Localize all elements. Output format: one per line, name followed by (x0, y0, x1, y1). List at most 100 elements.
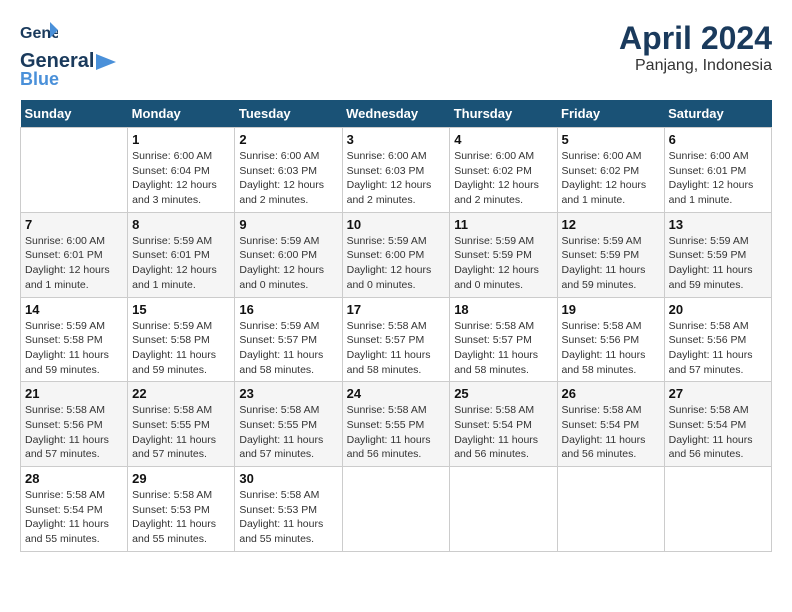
day-info: Sunrise: 5:59 AMSunset: 5:59 PMDaylight:… (562, 234, 660, 293)
table-row: 27Sunrise: 5:58 AMSunset: 5:54 PMDayligh… (664, 382, 771, 467)
logo: General General Blue (20, 20, 118, 90)
day-info: Sunrise: 6:00 AMSunset: 6:03 PMDaylight:… (239, 149, 337, 208)
col-wednesday: Wednesday (342, 100, 450, 128)
location-subtitle: Panjang, Indonesia (619, 57, 772, 75)
col-friday: Friday (557, 100, 664, 128)
table-row: 10 Sunrise: 5:59 AMSunset: 6:00 PMDayligh… (342, 212, 450, 297)
day-info: Sunrise: 5:58 AMSunset: 5:54 PMDaylight:… (25, 488, 123, 547)
day-info: Sunrise: 5:59 AMSunset: 5:59 PMDaylight:… (454, 234, 552, 293)
table-row: 15 Sunrise: 5:59 AMSunset: 5:58 PMDayligh… (128, 297, 235, 382)
table-row: 14Sunrise: 5:59 AMSunset: 5:58 PMDayligh… (21, 297, 128, 382)
calendar-table: Sunday Monday Tuesday Wednesday Thursday… (20, 100, 772, 552)
table-row: 3Sunrise: 6:00 AMSunset: 6:03 PMDaylight… (342, 128, 450, 213)
day-info: Sunrise: 5:59 AMSunset: 5:59 PMDaylight:… (669, 234, 767, 293)
day-info: Sunrise: 5:58 AMSunset: 5:55 PMDaylight:… (239, 403, 337, 462)
col-tuesday: Tuesday (235, 100, 342, 128)
logo-triangle-icon (96, 54, 116, 70)
day-number: 30 (239, 471, 337, 486)
day-info: Sunrise: 5:58 AMSunset: 5:53 PMDaylight:… (132, 488, 230, 547)
day-info: Sunrise: 5:58 AMSunset: 5:55 PMDaylight:… (347, 403, 446, 462)
calendar-week-row: 14Sunrise: 5:59 AMSunset: 5:58 PMDayligh… (21, 297, 772, 382)
day-number: 23 (239, 386, 337, 401)
day-number: 18 (454, 302, 552, 317)
calendar-header-row: Sunday Monday Tuesday Wednesday Thursday… (21, 100, 772, 128)
page-header: General General Blue April 2024 Panjang,… (20, 20, 772, 90)
table-row: 16 Sunrise: 5:59 AMSunset: 5:57 PMDayligh… (235, 297, 342, 382)
day-number: 6 (669, 132, 767, 147)
day-number: 2 (239, 132, 337, 147)
table-row (450, 467, 557, 552)
day-info: Sunrise: 6:00 AMSunset: 6:01 PMDaylight:… (669, 149, 767, 208)
col-monday: Monday (128, 100, 235, 128)
month-title: April 2024 (619, 20, 772, 57)
day-number: 7 (25, 217, 123, 232)
day-number: 9 (239, 217, 337, 232)
day-number: 8 (132, 217, 230, 232)
day-info: Sunrise: 6:00 AMSunset: 6:03 PMDaylight:… (347, 149, 446, 208)
day-number: 17 (347, 302, 446, 317)
day-info: Sunrise: 5:58 AMSunset: 5:56 PMDaylight:… (25, 403, 123, 462)
table-row: 1 Sunrise: 6:00 AMSunset: 6:04 PMDaylight… (128, 128, 235, 213)
table-row: 7 Sunrise: 6:00 AMSunset: 6:01 PMDaylight… (21, 212, 128, 297)
table-row: 30Sunrise: 5:58 AMSunset: 5:53 PMDayligh… (235, 467, 342, 552)
table-row: 8 Sunrise: 5:59 AMSunset: 6:01 PMDaylight… (128, 212, 235, 297)
day-number: 25 (454, 386, 552, 401)
table-row: 13 Sunrise: 5:59 AMSunset: 5:59 PMDayligh… (664, 212, 771, 297)
day-info: Sunrise: 5:58 AMSunset: 5:57 PMDaylight:… (454, 319, 552, 378)
table-row: 5Sunrise: 6:00 AMSunset: 6:02 PMDaylight… (557, 128, 664, 213)
table-row: 12 Sunrise: 5:59 AMSunset: 5:59 PMDayligh… (557, 212, 664, 297)
day-number: 1 (132, 132, 230, 147)
day-number: 11 (454, 217, 552, 232)
table-row (664, 467, 771, 552)
table-row: 20 Sunrise: 5:58 AMSunset: 5:56 PMDayligh… (664, 297, 771, 382)
table-row: 28Sunrise: 5:58 AMSunset: 5:54 PMDayligh… (21, 467, 128, 552)
table-row: 19 Sunrise: 5:58 AMSunset: 5:56 PMDayligh… (557, 297, 664, 382)
table-row (557, 467, 664, 552)
day-info: Sunrise: 5:58 AMSunset: 5:54 PMDaylight:… (562, 403, 660, 462)
day-info: Sunrise: 5:59 AMSunset: 6:00 PMDaylight:… (239, 234, 337, 293)
day-number: 16 (239, 302, 337, 317)
table-row (21, 128, 128, 213)
calendar-week-row: 28Sunrise: 5:58 AMSunset: 5:54 PMDayligh… (21, 467, 772, 552)
day-info: Sunrise: 6:00 AMSunset: 6:04 PMDaylight:… (132, 149, 230, 208)
calendar-week-row: 7 Sunrise: 6:00 AMSunset: 6:01 PMDaylight… (21, 212, 772, 297)
day-number: 26 (562, 386, 660, 401)
day-info: Sunrise: 5:59 AMSunset: 6:00 PMDaylight:… (347, 234, 446, 293)
day-number: 12 (562, 217, 660, 232)
day-number: 20 (669, 302, 767, 317)
day-number: 13 (669, 217, 767, 232)
table-row: 26 Sunrise: 5:58 AMSunset: 5:54 PMDayligh… (557, 382, 664, 467)
table-row: 17 Sunrise: 5:58 AMSunset: 5:57 PMDayligh… (342, 297, 450, 382)
day-number: 19 (562, 302, 660, 317)
table-row: 29 Sunrise: 5:58 AMSunset: 5:53 PMDayligh… (128, 467, 235, 552)
col-thursday: Thursday (450, 100, 557, 128)
table-row: 18 Sunrise: 5:58 AMSunset: 5:57 PMDayligh… (450, 297, 557, 382)
day-info: Sunrise: 5:58 AMSunset: 5:57 PMDaylight:… (347, 319, 446, 378)
table-row: 23 Sunrise: 5:58 AMSunset: 5:55 PMDayligh… (235, 382, 342, 467)
col-saturday: Saturday (664, 100, 771, 128)
day-number: 29 (132, 471, 230, 486)
day-info: Sunrise: 5:58 AMSunset: 5:56 PMDaylight:… (562, 319, 660, 378)
table-row: 11 Sunrise: 5:59 AMSunset: 5:59 PMDayligh… (450, 212, 557, 297)
day-number: 4 (454, 132, 552, 147)
table-row: 6 Sunrise: 6:00 AMSunset: 6:01 PMDaylight… (664, 128, 771, 213)
day-number: 27 (669, 386, 767, 401)
day-number: 15 (132, 302, 230, 317)
table-row: 9 Sunrise: 5:59 AMSunset: 6:00 PMDaylight… (235, 212, 342, 297)
day-info: Sunrise: 5:59 AMSunset: 5:58 PMDaylight:… (132, 319, 230, 378)
table-row: 22Sunrise: 5:58 AMSunset: 5:55 PMDayligh… (128, 382, 235, 467)
col-sunday: Sunday (21, 100, 128, 128)
table-row: 25Sunrise: 5:58 AMSunset: 5:54 PMDayligh… (450, 382, 557, 467)
day-info: Sunrise: 5:59 AMSunset: 6:01 PMDaylight:… (132, 234, 230, 293)
day-info: Sunrise: 5:59 AMSunset: 5:57 PMDaylight:… (239, 319, 337, 378)
title-area: April 2024 Panjang, Indonesia (619, 20, 772, 75)
calendar-week-row: 1 Sunrise: 6:00 AMSunset: 6:04 PMDaylight… (21, 128, 772, 213)
day-number: 10 (347, 217, 446, 232)
day-info: Sunrise: 6:00 AMSunset: 6:02 PMDaylight:… (454, 149, 552, 208)
table-row: 21Sunrise: 5:58 AMSunset: 5:56 PMDayligh… (21, 382, 128, 467)
day-info: Sunrise: 5:58 AMSunset: 5:56 PMDaylight:… (669, 319, 767, 378)
day-number: 22 (132, 386, 230, 401)
day-number: 24 (347, 386, 446, 401)
day-info: Sunrise: 6:00 AMSunset: 6:01 PMDaylight:… (25, 234, 123, 293)
logo-icon: General (20, 20, 58, 50)
